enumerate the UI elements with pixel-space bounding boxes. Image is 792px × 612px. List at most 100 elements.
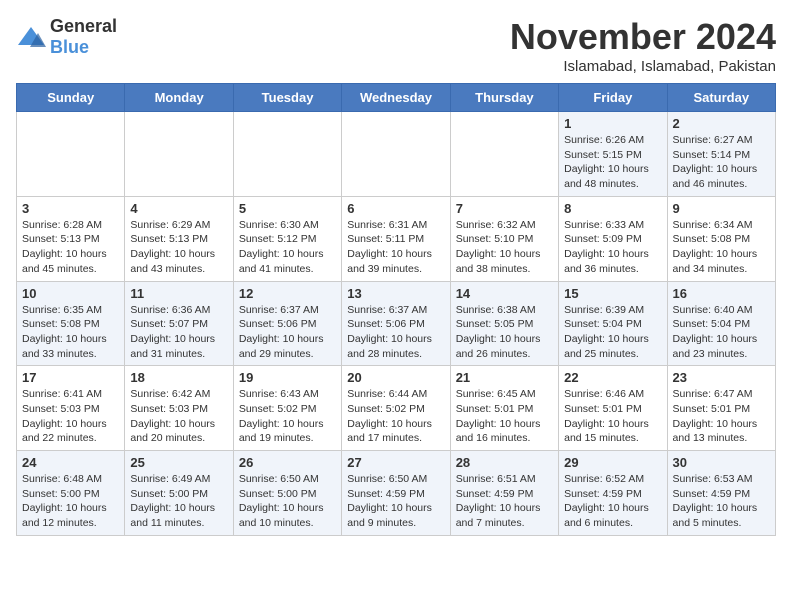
day-number: 7	[456, 201, 553, 216]
day-number: 9	[673, 201, 770, 216]
title-area: November 2024 Islamabad, Islamabad, Paki…	[510, 16, 776, 75]
day-info: Sunrise: 6:52 AMSunset: 4:59 PMDaylight:…	[564, 472, 661, 531]
table-row: 28 Sunrise: 6:51 AMSunset: 4:59 PMDayligh…	[450, 451, 558, 536]
table-row: 22 Sunrise: 6:46 AMSunset: 5:01 PMDayligh…	[559, 366, 667, 451]
header-monday: Monday	[125, 84, 233, 112]
location-subtitle: Islamabad, Islamabad, Pakistan	[510, 58, 776, 75]
day-number: 28	[456, 455, 553, 470]
day-number: 18	[130, 370, 227, 385]
day-number: 8	[564, 201, 661, 216]
day-number: 24	[22, 455, 119, 470]
day-number: 15	[564, 286, 661, 301]
day-number: 20	[347, 370, 444, 385]
day-number: 23	[673, 370, 770, 385]
day-info: Sunrise: 6:37 AMSunset: 5:06 PMDaylight:…	[347, 303, 444, 362]
day-number: 19	[239, 370, 336, 385]
day-number: 16	[673, 286, 770, 301]
day-number: 30	[673, 455, 770, 470]
day-number: 12	[239, 286, 336, 301]
day-info: Sunrise: 6:37 AMSunset: 5:06 PMDaylight:…	[239, 303, 336, 362]
table-row: 10 Sunrise: 6:35 AMSunset: 5:08 PMDayligh…	[17, 281, 125, 366]
day-number: 11	[130, 286, 227, 301]
day-number: 5	[239, 201, 336, 216]
day-info: Sunrise: 6:38 AMSunset: 5:05 PMDaylight:…	[456, 303, 553, 362]
day-info: Sunrise: 6:26 AMSunset: 5:15 PMDaylight:…	[564, 133, 661, 192]
day-info: Sunrise: 6:53 AMSunset: 4:59 PMDaylight:…	[673, 472, 770, 531]
day-info: Sunrise: 6:42 AMSunset: 5:03 PMDaylight:…	[130, 387, 227, 446]
logo: General Blue	[16, 16, 117, 58]
table-row	[233, 112, 341, 197]
table-row: 30 Sunrise: 6:53 AMSunset: 4:59 PMDayligh…	[667, 451, 775, 536]
table-row: 11 Sunrise: 6:36 AMSunset: 5:07 PMDayligh…	[125, 281, 233, 366]
header-thursday: Thursday	[450, 84, 558, 112]
table-row: 7 Sunrise: 6:32 AMSunset: 5:10 PMDaylight…	[450, 196, 558, 281]
table-row: 15 Sunrise: 6:39 AMSunset: 5:04 PMDayligh…	[559, 281, 667, 366]
table-row: 6Sunrise: 6:31 AMSunset: 5:11 PMDaylight…	[342, 196, 450, 281]
day-info: Sunrise: 6:35 AMSunset: 5:08 PMDaylight:…	[22, 303, 119, 362]
day-info: Sunrise: 6:44 AMSunset: 5:02 PMDaylight:…	[347, 387, 444, 446]
table-row	[450, 112, 558, 197]
day-number: 22	[564, 370, 661, 385]
day-number: 4	[130, 201, 227, 216]
header: General Blue November 2024 Islamabad, Is…	[16, 16, 776, 75]
calendar-body: 1 Sunrise: 6:26 AMSunset: 5:15 PMDaylight…	[17, 112, 776, 536]
day-number: 17	[22, 370, 119, 385]
table-row: 1 Sunrise: 6:26 AMSunset: 5:15 PMDaylight…	[559, 112, 667, 197]
table-row: 4 Sunrise: 6:29 AMSunset: 5:13 PMDaylight…	[125, 196, 233, 281]
table-row: 2 Sunrise: 6:27 AMSunset: 5:14 PMDaylight…	[667, 112, 775, 197]
table-row: 5 Sunrise: 6:30 AMSunset: 5:12 PMDaylight…	[233, 196, 341, 281]
table-row: 17Sunrise: 6:41 AMSunset: 5:03 PMDayligh…	[17, 366, 125, 451]
logo-icon	[16, 25, 46, 49]
day-info: Sunrise: 6:50 AMSunset: 5:00 PMDaylight:…	[239, 472, 336, 531]
day-number: 29	[564, 455, 661, 470]
calendar-table: Sunday Monday Tuesday Wednesday Thursday…	[16, 83, 776, 536]
day-number: 6	[347, 201, 444, 216]
table-row: 14 Sunrise: 6:38 AMSunset: 5:05 PMDayligh…	[450, 281, 558, 366]
table-row: 25 Sunrise: 6:49 AMSunset: 5:00 PMDayligh…	[125, 451, 233, 536]
day-info: Sunrise: 6:36 AMSunset: 5:07 PMDaylight:…	[130, 303, 227, 362]
day-number: 27	[347, 455, 444, 470]
header-friday: Friday	[559, 84, 667, 112]
day-info: Sunrise: 6:30 AMSunset: 5:12 PMDaylight:…	[239, 218, 336, 277]
table-row: 18 Sunrise: 6:42 AMSunset: 5:03 PMDayligh…	[125, 366, 233, 451]
day-number: 21	[456, 370, 553, 385]
day-number: 3	[22, 201, 119, 216]
table-row: 21Sunrise: 6:45 AMSunset: 5:01 PMDayligh…	[450, 366, 558, 451]
day-number: 10	[22, 286, 119, 301]
table-row: 27 Sunrise: 6:50 AMSunset: 4:59 PMDayligh…	[342, 451, 450, 536]
header-sunday: Sunday	[17, 84, 125, 112]
day-info: Sunrise: 6:39 AMSunset: 5:04 PMDaylight:…	[564, 303, 661, 362]
table-row: 26 Sunrise: 6:50 AMSunset: 5:00 PMDayligh…	[233, 451, 341, 536]
table-row: 12 Sunrise: 6:37 AMSunset: 5:06 PMDayligh…	[233, 281, 341, 366]
day-info: Sunrise: 6:43 AMSunset: 5:02 PMDaylight:…	[239, 387, 336, 446]
day-info: Sunrise: 6:50 AMSunset: 4:59 PMDaylight:…	[347, 472, 444, 531]
day-number: 1	[564, 116, 661, 131]
day-info: Sunrise: 6:28 AMSunset: 5:13 PMDaylight:…	[22, 218, 119, 277]
day-info: Sunrise: 6:32 AMSunset: 5:10 PMDaylight:…	[456, 218, 553, 277]
day-number: 14	[456, 286, 553, 301]
day-info: Sunrise: 6:48 AMSunset: 5:00 PMDaylight:…	[22, 472, 119, 531]
table-row: 24 Sunrise: 6:48 AMSunset: 5:00 PMDayligh…	[17, 451, 125, 536]
day-info: Sunrise: 6:47 AMSunset: 5:01 PMDaylight:…	[673, 387, 770, 446]
table-row	[17, 112, 125, 197]
table-row: 20 Sunrise: 6:44 AMSunset: 5:02 PMDayligh…	[342, 366, 450, 451]
table-row: 19 Sunrise: 6:43 AMSunset: 5:02 PMDayligh…	[233, 366, 341, 451]
table-row	[342, 112, 450, 197]
day-info: Sunrise: 6:40 AMSunset: 5:04 PMDaylight:…	[673, 303, 770, 362]
table-row: 16 Sunrise: 6:40 AMSunset: 5:04 PMDayligh…	[667, 281, 775, 366]
table-row	[125, 112, 233, 197]
day-info: Sunrise: 6:27 AMSunset: 5:14 PMDaylight:…	[673, 133, 770, 192]
day-info: Sunrise: 6:51 AMSunset: 4:59 PMDaylight:…	[456, 472, 553, 531]
day-info: Sunrise: 6:46 AMSunset: 5:01 PMDaylight:…	[564, 387, 661, 446]
table-row: 3 Sunrise: 6:28 AMSunset: 5:13 PMDaylight…	[17, 196, 125, 281]
day-info: Sunrise: 6:34 AMSunset: 5:08 PMDaylight:…	[673, 218, 770, 277]
day-info: Sunrise: 6:29 AMSunset: 5:13 PMDaylight:…	[130, 218, 227, 277]
logo-blue: Blue	[50, 37, 117, 58]
month-title: November 2024	[510, 16, 776, 58]
calendar-header: Sunday Monday Tuesday Wednesday Thursday…	[17, 84, 776, 112]
day-number: 25	[130, 455, 227, 470]
day-number: 2	[673, 116, 770, 131]
day-info: Sunrise: 6:49 AMSunset: 5:00 PMDaylight:…	[130, 472, 227, 531]
table-row: 23 Sunrise: 6:47 AMSunset: 5:01 PMDayligh…	[667, 366, 775, 451]
day-number: 26	[239, 455, 336, 470]
